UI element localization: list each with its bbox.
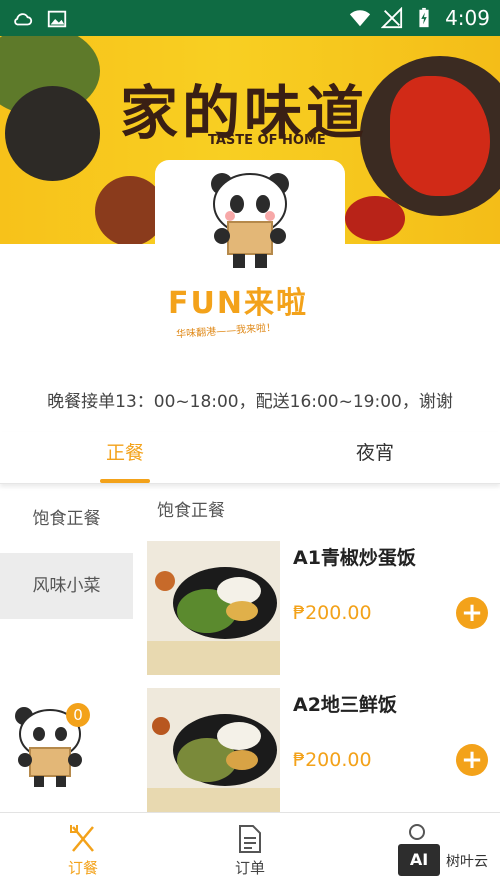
- document-icon: [239, 825, 261, 853]
- cloud-sync-icon: [14, 13, 33, 26]
- nav-label: 订单: [234, 859, 265, 877]
- panda-mascot-icon: [211, 173, 289, 268]
- product-image[interactable]: [147, 541, 280, 675]
- plus-icon: +: [461, 745, 483, 775]
- category-item-main[interactable]: 饱食正餐: [0, 486, 133, 552]
- product-name: A2地三鲜饭: [293, 694, 397, 716]
- nav-item-orders[interactable]: 订单: [190, 813, 310, 889]
- battery-charging-icon: [419, 7, 429, 28]
- status-bar: 4:09: [0, 0, 500, 36]
- delivery-notice: 晚餐接单13：00~18:00，配送16:00~19:00，谢谢: [47, 392, 453, 412]
- product-image[interactable]: [147, 688, 280, 822]
- banner-subtitle: TASTE OF HOME: [208, 133, 326, 148]
- product-price: ₱200.00: [293, 602, 372, 624]
- wifi-icon: [349, 10, 371, 27]
- chili-flakes-decoration: [345, 196, 405, 241]
- tab-late-night[interactable]: 夜宵: [250, 432, 500, 483]
- brand-name: FUN来啦: [168, 286, 308, 321]
- product-name: A1青椒炒蛋饭: [293, 547, 416, 569]
- watermark: AI 树叶云: [398, 842, 498, 882]
- no-signal-icon: [381, 7, 403, 29]
- watermark-logo: AI: [398, 844, 440, 876]
- mortar-decoration: [5, 86, 100, 181]
- fork-knife-icon: [70, 825, 94, 852]
- rice-bowl-icon: [147, 688, 280, 822]
- category-item-side-dishes[interactable]: 风味小菜: [0, 553, 133, 619]
- product-price: ₱200.00: [293, 749, 372, 771]
- add-to-cart-button[interactable]: +: [456, 744, 488, 776]
- watermark-text: 树叶云: [446, 854, 488, 870]
- section-title: 饱食正餐: [157, 501, 225, 521]
- add-to-cart-button[interactable]: +: [456, 597, 488, 629]
- meal-tabs: 正餐 夜宵: [0, 432, 500, 484]
- cart-count-badge: 0: [66, 703, 90, 727]
- plus-icon: +: [461, 598, 483, 628]
- nav-label: 订餐: [67, 859, 98, 877]
- nav-item-order-food[interactable]: 订餐: [23, 813, 143, 889]
- status-time: 4:09: [445, 6, 490, 30]
- rice-bowl-icon: [147, 541, 280, 675]
- image-icon: [47, 10, 67, 28]
- tab-main-meal[interactable]: 正餐: [0, 432, 250, 483]
